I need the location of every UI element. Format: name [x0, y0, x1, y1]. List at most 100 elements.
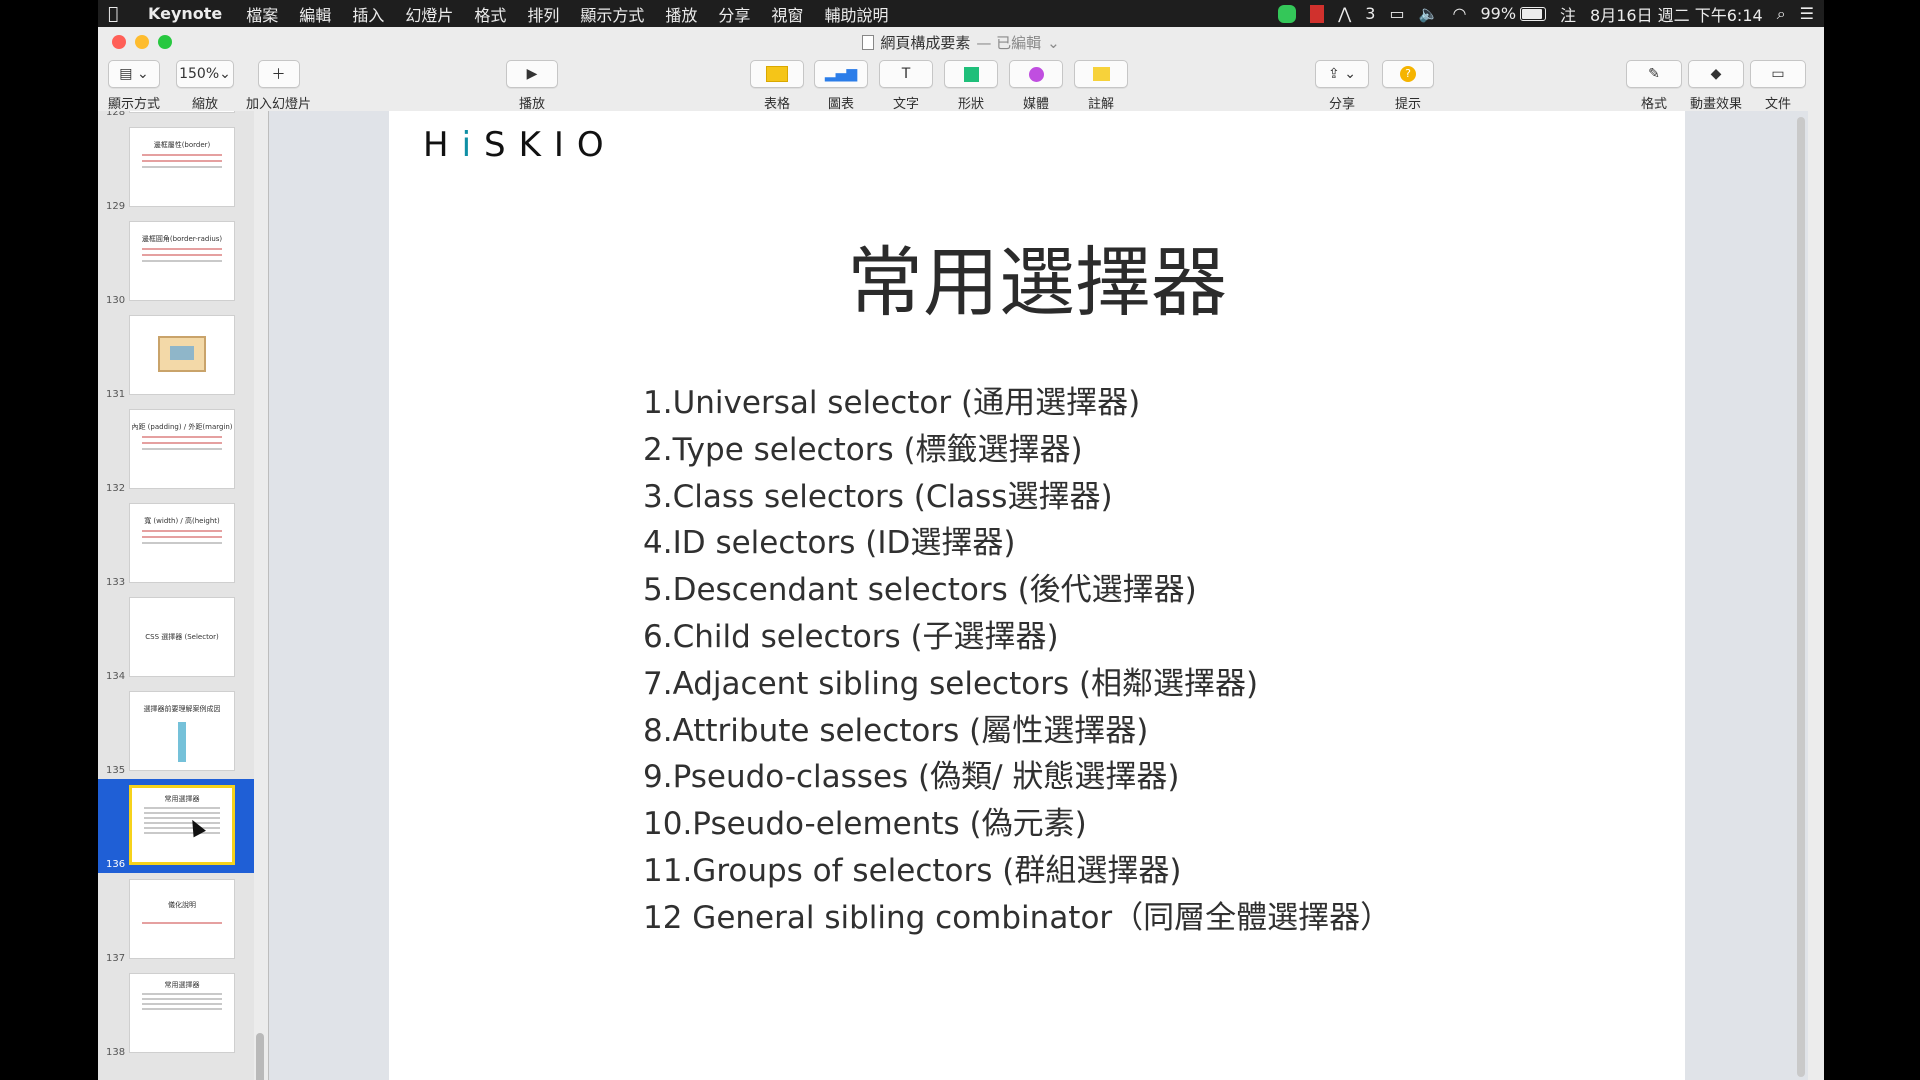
slide-number: 138: [106, 1047, 126, 1058]
slide[interactable]: HiSKIO 常用選擇器 1.Universal selector (通用選擇器…: [389, 111, 1685, 1080]
notification-badge: 3: [1365, 4, 1376, 23]
menu-slide[interactable]: 幻燈片: [405, 2, 453, 26]
slide-thumbnail[interactable]: 內距 (padding) / 外距(margin) 132: [98, 403, 254, 497]
document-icon: [862, 35, 875, 50]
animate-button[interactable]: ◆ 動畫效果: [1688, 60, 1744, 112]
slide-thumbnail[interactable]: 寬 (width) / 高(height) 133: [98, 497, 254, 591]
thumbnail-text-line: [142, 154, 222, 156]
volume-icon[interactable]: 🔈: [1419, 4, 1439, 23]
share-button[interactable]: ⇪ ⌄ 分享: [1315, 60, 1369, 112]
comment-icon: [1074, 60, 1128, 88]
thumbnail-text-line: [142, 248, 222, 250]
comment-button[interactable]: 註解: [1074, 60, 1128, 112]
add-slide-button[interactable]: ＋ 加入幻燈片: [246, 60, 311, 112]
slide-thumbnail[interactable]: 邊框圓角(border-radius) 130: [98, 215, 254, 309]
canvas-scrollbar[interactable]: [1797, 117, 1805, 1077]
thumbnail-text-line: [142, 536, 222, 538]
menu-edit[interactable]: 編輯: [299, 2, 331, 26]
play-icon: ▶: [506, 60, 558, 88]
thumbnail-image: 內距 (padding) / 外距(margin): [129, 409, 235, 489]
slide-title[interactable]: 常用選擇器: [389, 221, 1685, 331]
slide-thumbnail-selected[interactable]: 常用選擇器 136: [98, 779, 254, 873]
status-app-icon[interactable]: [1310, 4, 1325, 23]
slide-thumbnail[interactable]: CSS 選擇器 (Selector) 134: [98, 591, 254, 685]
thumbnail-text-line: [142, 436, 222, 438]
slide-thumbnail[interactable]: 邊框屬性(border) 129: [98, 121, 254, 215]
slide-navigator: 128 邊框屬性(border) 129 邊框圓角(border-radius)…: [98, 111, 254, 1080]
slide-thumbnail[interactable]: 131: [98, 309, 254, 403]
navigator-scrollbar[interactable]: [256, 1033, 264, 1080]
play-button[interactable]: ▶ 播放: [506, 60, 558, 112]
slide-number: 135: [106, 765, 126, 776]
slide-number: 137: [106, 953, 126, 964]
chart-button[interactable]: ▂▄▆ 圖表: [814, 60, 868, 112]
close-button[interactable]: [112, 35, 126, 49]
thumbnail-text-line: [144, 832, 220, 834]
zoom-button[interactable]: [158, 35, 172, 49]
slide-number: 130: [106, 295, 126, 306]
tips-button[interactable]: ? 提示: [1382, 60, 1434, 112]
slide-number: 132: [106, 483, 126, 494]
search-icon[interactable]: ⌕: [1777, 4, 1786, 24]
line-app-icon[interactable]: [1278, 4, 1297, 23]
chevron-down-icon[interactable]: ⌄: [1047, 34, 1060, 52]
menu-insert[interactable]: 插入: [352, 2, 384, 26]
slide-thumbnail[interactable]: 儀化說明 137: [98, 873, 254, 967]
menu-window[interactable]: 視窗: [771, 2, 803, 26]
list-item: 3.Class selectors (Class選擇器): [643, 478, 1113, 515]
app-menu[interactable]: Keynote: [148, 4, 222, 23]
slide-thumbnail[interactable]: 常用選擇器 138: [98, 967, 254, 1061]
list-icon[interactable]: ☰: [1800, 4, 1814, 23]
adobe-icon[interactable]: ⋀: [1338, 4, 1351, 23]
window-title[interactable]: 網頁構成要素: [880, 32, 970, 53]
window-title-status[interactable]: — 已編輯: [976, 32, 1041, 53]
document-button[interactable]: ▭ 文件: [1750, 60, 1806, 112]
thumbnail-image: 儀化說明: [129, 879, 235, 959]
thumbnail-title: CSS 選擇器 (Selector): [145, 633, 219, 641]
menu-play[interactable]: 播放: [665, 2, 697, 26]
menu-share[interactable]: 分享: [718, 2, 750, 26]
view-button[interactable]: ▤ ⌄ 顯示方式: [108, 60, 160, 112]
menu-help[interactable]: 輔助說明: [824, 2, 888, 26]
battery-percent: 99%: [1480, 4, 1517, 23]
menu-format[interactable]: 格式: [474, 2, 506, 26]
thumbnail-title: 選擇器前要理解案例成因: [143, 705, 221, 713]
battery-status[interactable]: 99%: [1480, 4, 1547, 23]
input-method-icon[interactable]: 注: [1560, 2, 1576, 26]
slide-thumbnail[interactable]: 選擇器前要理解案例成因 135: [98, 685, 254, 779]
status-area: ⋀ 3 ▭ 🔈 ◠ 99% 注 8月16日 週二 下午6:14 ⌕ ☰: [1278, 2, 1814, 26]
thumbnail-title: 儀化說明: [168, 901, 196, 909]
list-item: 10.Pseudo-elements (偽元素): [643, 806, 1087, 843]
menu-arrange[interactable]: 排列: [527, 2, 559, 26]
zoom-control[interactable]: 150% ⌄ 縮放: [176, 60, 234, 112]
share-icon: ⇪ ⌄: [1315, 60, 1369, 88]
format-label: 格式: [1640, 97, 1667, 112]
thumbnail-text-line: [144, 807, 220, 809]
wifi-icon[interactable]: ◠: [1452, 4, 1466, 23]
thumbnail-text-line: [142, 442, 222, 444]
menu-bar:  Keynote 檔案 編輯 插入 幻燈片 格式 排列 顯示方式 播放 分享 …: [98, 0, 1824, 27]
clock[interactable]: 8月16日 週二 下午6:14: [1590, 2, 1763, 26]
slide-body-list[interactable]: 1.Universal selector (通用選擇器) 2.Type sele…: [643, 380, 1391, 942]
shape-label: 形狀: [957, 97, 984, 112]
thumbnail-text-line: [142, 542, 222, 544]
apple-menu-icon[interactable]: : [108, 4, 134, 24]
menu-file[interactable]: 檔案: [246, 2, 278, 26]
thumbnail-image: [129, 315, 235, 395]
list-item: 12 General sibling combinator（同層全體選擇器）: [643, 899, 1392, 936]
table-button[interactable]: 表格: [750, 60, 804, 112]
minimize-button[interactable]: [135, 35, 149, 49]
tips-icon: ?: [1382, 60, 1434, 88]
list-item: 7.Adjacent sibling selectors (相鄰選擇器): [643, 665, 1259, 702]
share-label: 分享: [1328, 97, 1355, 112]
text-button[interactable]: T 文字: [879, 60, 933, 112]
screen-icon[interactable]: ▭: [1389, 4, 1404, 23]
thumbnail-title: 內距 (padding) / 外距(margin): [131, 423, 233, 431]
media-button[interactable]: 媒體: [1009, 60, 1063, 112]
shape-button[interactable]: 形狀: [944, 60, 998, 112]
menu-view[interactable]: 顯示方式: [580, 2, 644, 26]
title-bar: 網頁構成要素 — 已編輯 ⌄: [98, 27, 1824, 58]
view-label: 顯示方式: [108, 97, 161, 112]
format-button[interactable]: ✎ 格式: [1626, 60, 1682, 112]
slide-thumbnail[interactable]: 128: [98, 111, 254, 121]
